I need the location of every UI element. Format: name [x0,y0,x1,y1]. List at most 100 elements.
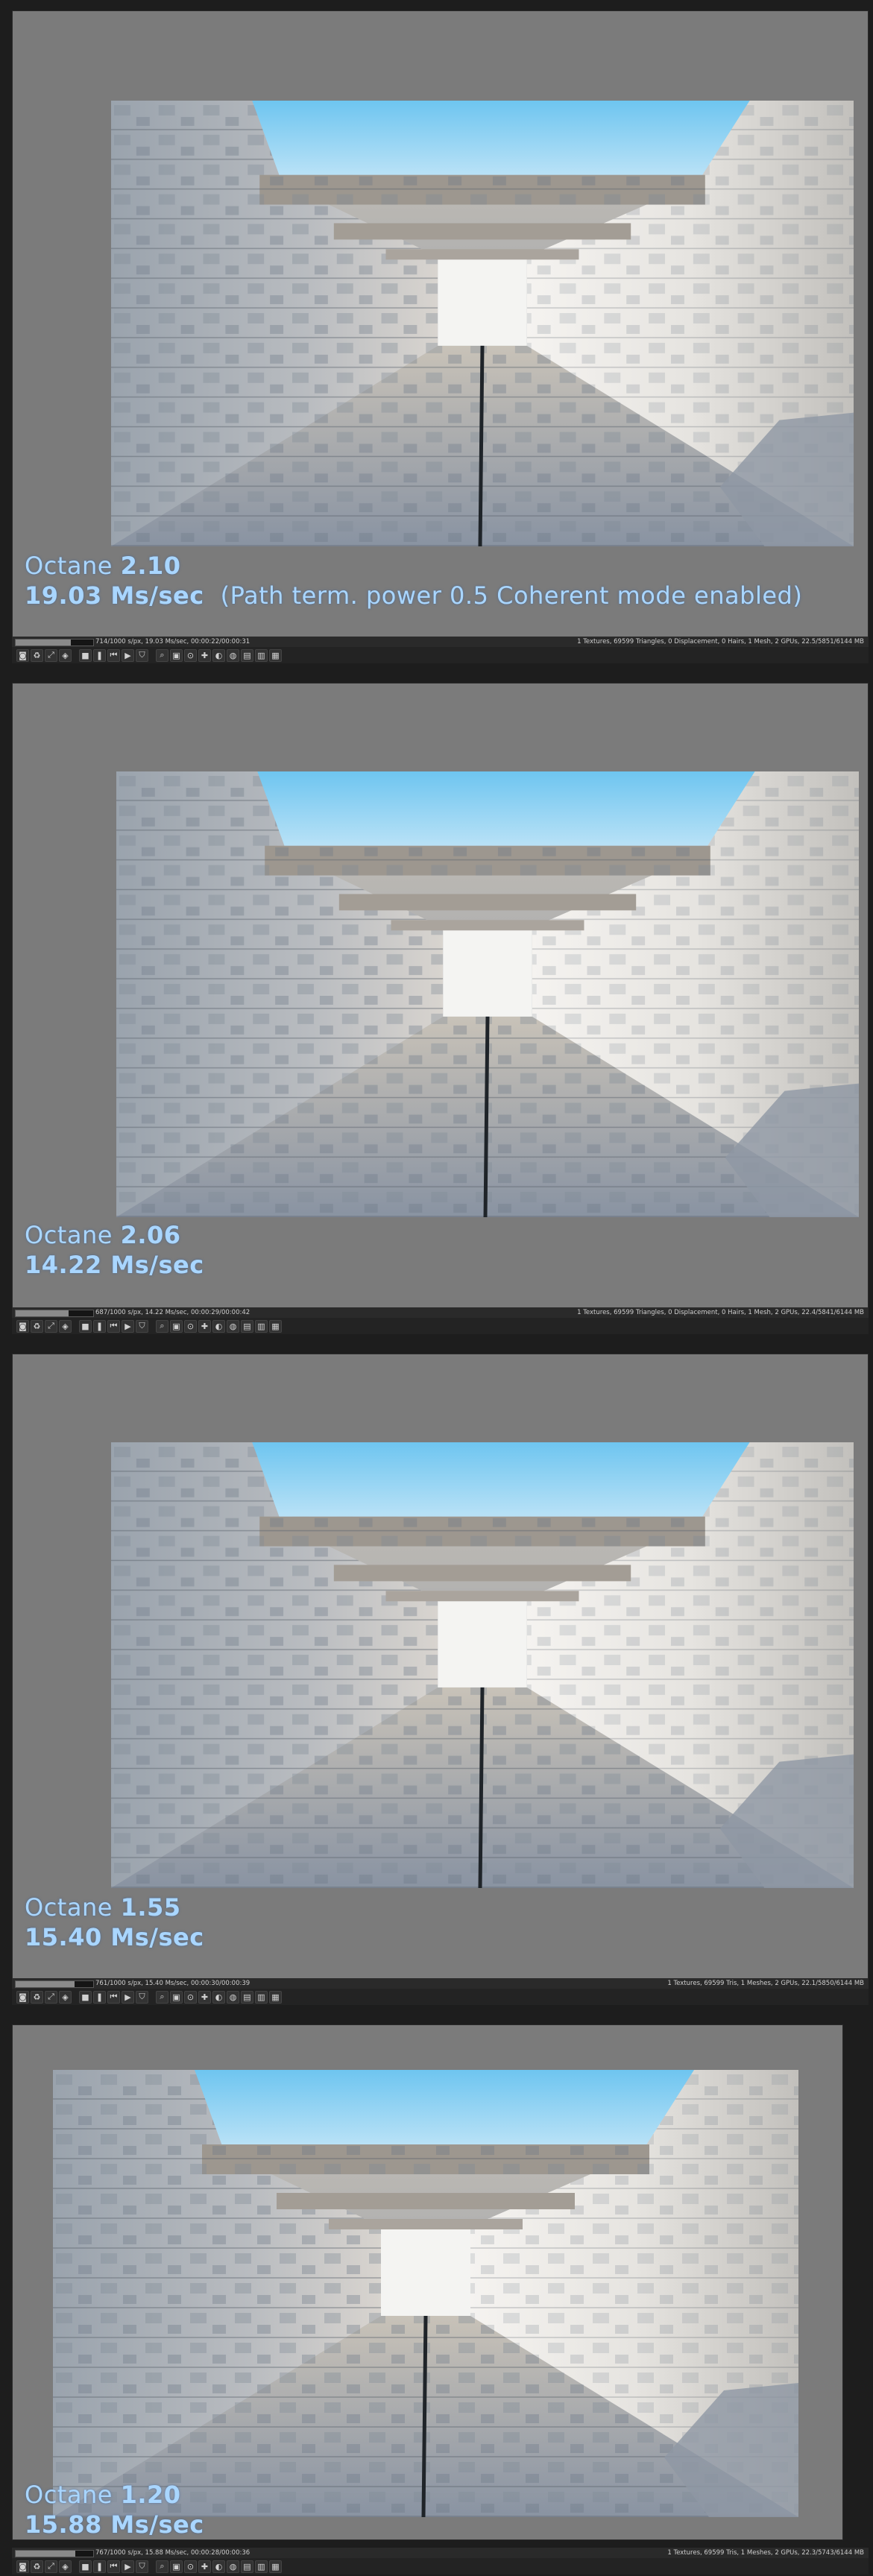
restart-icon[interactable]: ⏮ [107,2560,120,2573]
speed-line: 19.03 Ms/sec (Path term. power 0.5 Cohere… [25,581,802,610]
toolbar-separator [73,649,78,662]
clay-icon[interactable]: ◍ [227,1990,239,2004]
recycle-icon[interactable]: ♻ [31,1990,43,2004]
restart-icon[interactable]: ⏮ [107,1990,120,2004]
play-icon[interactable]: ▶ [122,1990,134,2004]
status-left: 687/1000 s/px, 14.22 Ms/sec, 00:00:29/00… [95,1309,250,1316]
save-icon[interactable]: ▦ [269,648,282,662]
restart-icon[interactable]: ⏮ [107,648,120,662]
focus-icon[interactable]: ⊙ [184,1990,197,2004]
zoom-icon[interactable]: ⌕ [156,648,168,662]
recycle-icon[interactable]: ♻ [31,2560,43,2573]
version-number: 2.10 [120,552,181,580]
render-image [53,2070,798,2517]
flat-icon[interactable]: ▥ [255,648,268,662]
clay-icon[interactable]: ◍ [227,2560,239,2573]
stop-icon[interactable]: ■ [79,648,92,662]
render-viewport[interactable]: Octane 1.55 15.40 Ms/sec [12,1354,869,1980]
focus-icon[interactable]: ⊙ [184,648,197,662]
sub-icon[interactable]: ▤ [241,1319,253,1333]
focus-icon[interactable]: ⊙ [184,1319,197,1333]
save-icon[interactable]: ▦ [269,2560,282,2573]
sub-icon[interactable]: ▤ [241,1990,253,2004]
sub-icon[interactable]: ▤ [241,648,253,662]
lock-icon[interactable]: ⛉ [136,1319,148,1333]
fit-icon[interactable]: ⤢ [45,1319,57,1333]
toolbar-separator [150,2560,154,2573]
pick-icon[interactable]: ✚ [198,1319,211,1333]
flat-icon[interactable]: ▥ [255,1319,268,1333]
fit-icon[interactable]: ⤢ [45,1990,57,2004]
pick-icon[interactable]: ✚ [198,648,211,662]
fit-icon[interactable]: ⤢ [45,2560,57,2573]
focus-icon[interactable]: ⊙ [184,2560,197,2573]
render-toolbar: ◙ ♻ ⤢ ◈ ■ ❚ ⏮ ▶ ⛉ ⌕ ▣ ⊙ ✚ ◐ ◍ ▤ ▥ ▦ [12,1318,869,1334]
sub-icon[interactable]: ▤ [241,2560,253,2573]
region-icon[interactable]: ▣ [170,2560,183,2573]
play-icon[interactable]: ▶ [122,2560,134,2573]
recycle-icon[interactable]: ♻ [31,1319,43,1333]
toolbar-separator [150,1991,154,2004]
denoise-icon[interactable]: ◐ [212,648,225,662]
pause-icon[interactable]: ❚ [93,1319,106,1333]
region-icon[interactable]: ▣ [170,1319,183,1333]
toolbar-separator [73,2560,78,2573]
render-toolbar: ◙ ♻ ⤢ ◈ ■ ❚ ⏮ ▶ ⛉ ⌕ ▣ ⊙ ✚ ◐ ◍ ▤ ▥ ▦ [12,2558,869,2575]
clay-icon[interactable]: ◍ [227,648,239,662]
recycle-icon[interactable]: ♻ [31,648,43,662]
restart-icon[interactable]: ⏮ [107,1319,120,1333]
camera-icon[interactable]: ◙ [16,1319,29,1333]
lock-icon[interactable]: ⛉ [136,2560,148,2573]
speed-line: 15.40 Ms/sec [25,1922,204,1952]
camera-icon[interactable]: ◙ [16,1990,29,2004]
lock-icon[interactable]: ⛉ [136,1990,148,2004]
fit-icon[interactable]: ⤢ [45,648,57,662]
flat-icon[interactable]: ▥ [255,1990,268,2004]
color-icon[interactable]: ◈ [59,2560,72,2573]
color-icon[interactable]: ◈ [59,648,72,662]
status-left: 767/1000 s/px, 15.88 Ms/sec, 00:00:28/00… [95,2549,250,2557]
zoom-icon[interactable]: ⌕ [156,1319,168,1333]
speed-value: 15.88 Ms/sec [25,2510,204,2539]
flat-icon[interactable]: ▥ [255,2560,268,2573]
clay-icon[interactable]: ◍ [227,1319,239,1333]
play-icon[interactable]: ▶ [122,648,134,662]
color-icon[interactable]: ◈ [59,1990,72,2004]
pause-icon[interactable]: ❚ [93,1990,106,2004]
region-icon[interactable]: ▣ [170,1990,183,2004]
camera-icon[interactable]: ◙ [16,648,29,662]
denoise-icon[interactable]: ◐ [212,1319,225,1333]
stop-icon[interactable]: ■ [79,1319,92,1333]
toolbar-separator [150,649,154,662]
status-right: 1 Textures, 69599 Tris, 1 Meshes, 2 GPUs… [667,2549,864,2557]
toolbar-separator [150,1320,154,1333]
lock-icon[interactable]: ⛉ [136,648,148,662]
region-icon[interactable]: ▣ [170,648,183,662]
render-caption: Octane 2.10 19.03 Ms/sec (Path term. powe… [25,551,802,610]
pause-icon[interactable]: ❚ [93,648,106,662]
render-viewport[interactable]: Octane 2.10 19.03 Ms/sec (Path term. powe… [12,10,869,638]
play-icon[interactable]: ▶ [122,1319,134,1333]
stop-icon[interactable]: ■ [79,1990,92,2004]
color-icon[interactable]: ◈ [59,1319,72,1333]
render-toolbar: ◙ ♻ ⤢ ◈ ■ ❚ ⏮ ▶ ⛉ ⌕ ▣ ⊙ ✚ ◐ ◍ ▤ ▥ ▦ [12,1989,869,2005]
stop-icon[interactable]: ■ [79,2560,92,2573]
progress-fill [16,1981,75,1987]
save-icon[interactable]: ▦ [269,1990,282,2004]
pick-icon[interactable]: ✚ [198,1990,211,2004]
save-icon[interactable]: ▦ [269,1319,282,1333]
render-viewport[interactable]: Octane 1.20 15.88 Ms/sec [12,2024,843,2540]
pick-icon[interactable]: ✚ [198,2560,211,2573]
denoise-icon[interactable]: ◐ [212,1990,225,2004]
zoom-icon[interactable]: ⌕ [156,1990,168,2004]
status-left: 714/1000 s/px, 19.03 Ms/sec, 00:00:22/00… [95,638,250,645]
progress-bar [15,639,94,646]
zoom-icon[interactable]: ⌕ [156,2560,168,2573]
render-viewport[interactable]: Octane 2.06 14.22 Ms/sec [12,683,869,1309]
denoise-icon[interactable]: ◐ [212,2560,225,2573]
camera-icon[interactable]: ◙ [16,2560,29,2573]
progress-bar [15,1980,94,1988]
pause-icon[interactable]: ❚ [93,2560,106,2573]
render-panel-3: Octane 1.55 15.40 Ms/sec 761/1000 s/px, … [0,1343,873,2014]
toolbar-separator [73,1991,78,2004]
